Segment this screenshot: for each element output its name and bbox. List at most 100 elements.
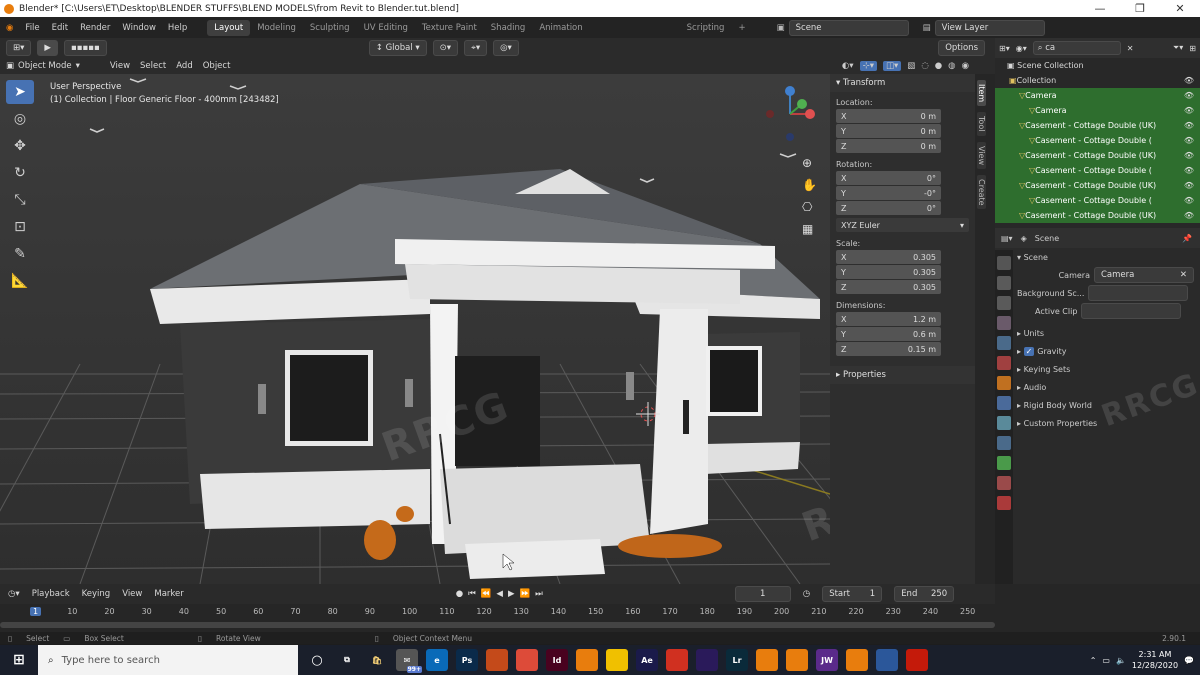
output-props-icon[interactable] [997, 296, 1011, 310]
3d-viewport[interactable]: User Perspective (1) Collection | Floor … [0, 74, 830, 584]
zoom-icon[interactable]: ⊕ [802, 152, 820, 174]
tab-sculpting[interactable]: Sculpting [303, 20, 357, 36]
eye-icon[interactable]: 👁 [1184, 91, 1194, 100]
notifications-icon[interactable]: 💬 [1184, 656, 1194, 665]
windows-start-icon[interactable]: ⊞ [4, 649, 34, 671]
eye-icon[interactable]: 👁 [1184, 106, 1194, 115]
mail-icon[interactable]: ✉ 99+ [396, 649, 422, 673]
taskbar-app-icon[interactable]: JW [816, 649, 838, 671]
rotation-z-field[interactable]: Z 0° [836, 201, 941, 215]
menu-playback[interactable]: Playback [32, 589, 70, 599]
tab-scripting[interactable]: Scripting [680, 20, 732, 36]
cursor-tool-icon[interactable]: ◎ [6, 107, 34, 131]
taskbar-app-icon[interactable] [846, 649, 868, 671]
close-button[interactable]: ✕ [1160, 2, 1200, 15]
taskbar-app-icon[interactable]: Lr [726, 649, 748, 671]
gizmo-toggle-icon[interactable]: ⊹▾ [859, 61, 877, 71]
modifier-props-icon[interactable] [997, 396, 1011, 410]
outliner-row[interactable]: ▽ Camera 👁 [995, 103, 1200, 118]
scale-tool-icon[interactable]: ⤡ [6, 188, 34, 212]
visibility-icon[interactable]: ◐▾ [842, 61, 854, 71]
rotation-mode-select[interactable]: XYZ Euler ▾ [836, 218, 969, 232]
outliner-row[interactable]: ▽ Casement - Cottage Double (UK) 👁 [995, 148, 1200, 163]
cortana-icon[interactable]: ○ [306, 649, 328, 671]
outliner-row[interactable]: ▽ Casement - Cottage Double (👁 [995, 133, 1200, 148]
view-layer-selector[interactable]: View Layer [934, 19, 1045, 36]
ortho-grid-icon[interactable]: ▦ [802, 218, 820, 240]
minimize-button[interactable]: — [1080, 2, 1120, 15]
outliner-search-input[interactable]: ⌕ ca [1032, 41, 1121, 55]
menu-add[interactable]: Add [176, 61, 192, 71]
camera-view-icon[interactable]: ⎔ [802, 196, 820, 218]
tab-item[interactable]: Item [977, 80, 986, 107]
proportional-edit-button[interactable]: ◎▾ [493, 40, 519, 56]
store-icon[interactable]: 🛍 [366, 649, 388, 671]
timeline-editor-icon[interactable]: ◷▾ [8, 589, 20, 599]
task-view-icon[interactable]: ⧉ [336, 649, 358, 671]
dimensions-y-field[interactable]: Y 0.6 m [836, 327, 941, 341]
scale-y-field[interactable]: Y 0.305 [836, 265, 941, 279]
particles-props-icon[interactable] [997, 416, 1011, 430]
scene-collection-row[interactable]: ▣ Scene Collection [995, 58, 1200, 73]
gravity-panel[interactable]: ▸ ✓ Gravity [1017, 342, 1200, 360]
eye-icon[interactable]: 👁 [1184, 196, 1194, 205]
menu-keying[interactable]: Keying [82, 589, 111, 599]
tab-tool[interactable]: Tool [977, 112, 986, 136]
scene-section-header[interactable]: ▾ Scene [1017, 248, 1200, 266]
eye-icon[interactable]: 👁 [1184, 211, 1194, 220]
taskbar-app-icon[interactable] [486, 649, 508, 671]
taskbar-app-icon[interactable] [666, 649, 688, 671]
taskbar-app-icon[interactable] [906, 649, 928, 671]
tab-create[interactable]: Create [977, 174, 986, 210]
outliner-row[interactable]: ▽ Casement - Cottage Double (UK) 👁 [995, 208, 1200, 223]
taskbar-app-icon[interactable] [786, 649, 808, 671]
clear-search-icon[interactable]: ✕ [1127, 44, 1134, 53]
snap-button[interactable]: ⌖▾ [464, 40, 488, 56]
outliner-row[interactable]: ▽ Casement - Cottage Double (UK) 👁 [995, 178, 1200, 193]
outliner-row[interactable]: ▽ Casement - Cottage Double (👁 [995, 163, 1200, 178]
edge-icon[interactable]: e [426, 649, 448, 671]
select-mode-icon[interactable]: ▶ [37, 40, 58, 56]
measure-tool-icon[interactable]: 📐 [6, 269, 34, 293]
timeline-scrollbar[interactable] [0, 622, 995, 628]
record-icon[interactable]: ● [456, 589, 463, 599]
shading-solid-icon[interactable]: ● [935, 61, 942, 71]
jump-start-icon[interactable]: ⏮ [468, 589, 476, 599]
shading-wireframe-icon[interactable]: ◌ [921, 61, 928, 71]
menu-timeline-view[interactable]: View [122, 589, 142, 599]
eye-icon[interactable]: 👁 [1184, 76, 1194, 85]
blender-menu-icon[interactable]: ◉ [0, 23, 19, 33]
menu-marker[interactable]: Marker [154, 589, 183, 599]
view-layer-props-icon[interactable] [997, 316, 1011, 330]
outliner-row[interactable]: ▽ Casement - Cottage Double (UK) 👁 [995, 118, 1200, 133]
menu-file[interactable]: File [19, 23, 45, 33]
eye-icon[interactable]: 👁 [1184, 181, 1194, 190]
jump-end-icon[interactable]: ⏭ [535, 589, 543, 599]
units-panel[interactable]: ▸ Units [1017, 324, 1200, 342]
shading-rendered-icon[interactable]: ◉ [962, 61, 969, 71]
physics-props-icon[interactable] [997, 436, 1011, 450]
menu-edit[interactable]: Edit [46, 23, 74, 33]
pivot-point-button[interactable]: ⊙▾ [432, 40, 459, 56]
taskbar-app-icon[interactable] [756, 649, 778, 671]
eye-icon[interactable]: 👁 [1184, 121, 1194, 130]
play-reverse-icon[interactable]: ◀ [496, 589, 503, 599]
object-props-icon[interactable] [997, 376, 1011, 390]
scale-z-field[interactable]: Z 0.305 [836, 280, 941, 294]
transform-orientation-select[interactable]: ↕ Global ▾ [368, 40, 427, 56]
properties-editor-icon[interactable]: ▤▾ [1001, 234, 1013, 243]
start-frame-field[interactable]: Start 1 [822, 586, 883, 602]
dimensions-z-field[interactable]: Z 0.15 m [836, 342, 941, 356]
background-scene-field[interactable] [1088, 285, 1189, 301]
taskbar-search-box[interactable]: ⌕ Type here to search [38, 645, 298, 675]
tray-up-icon[interactable]: ⌃ [1090, 656, 1097, 665]
axis-gizmo-icon[interactable] [760, 79, 820, 149]
properties-panel-header[interactable]: ▸ Properties [830, 366, 975, 384]
active-clip-field[interactable] [1081, 303, 1182, 319]
dimensions-x-field[interactable]: X 1.2 m [836, 312, 941, 326]
selection-mode-buttons[interactable]: ▪▪▪▪▪ [63, 40, 107, 56]
shading-material-icon[interactable]: ◍ [948, 61, 955, 71]
tool-props-icon[interactable] [997, 256, 1011, 270]
clock[interactable]: 2:31 AM 12/28/2020 [1132, 649, 1178, 671]
options-button[interactable]: Options [938, 40, 985, 56]
